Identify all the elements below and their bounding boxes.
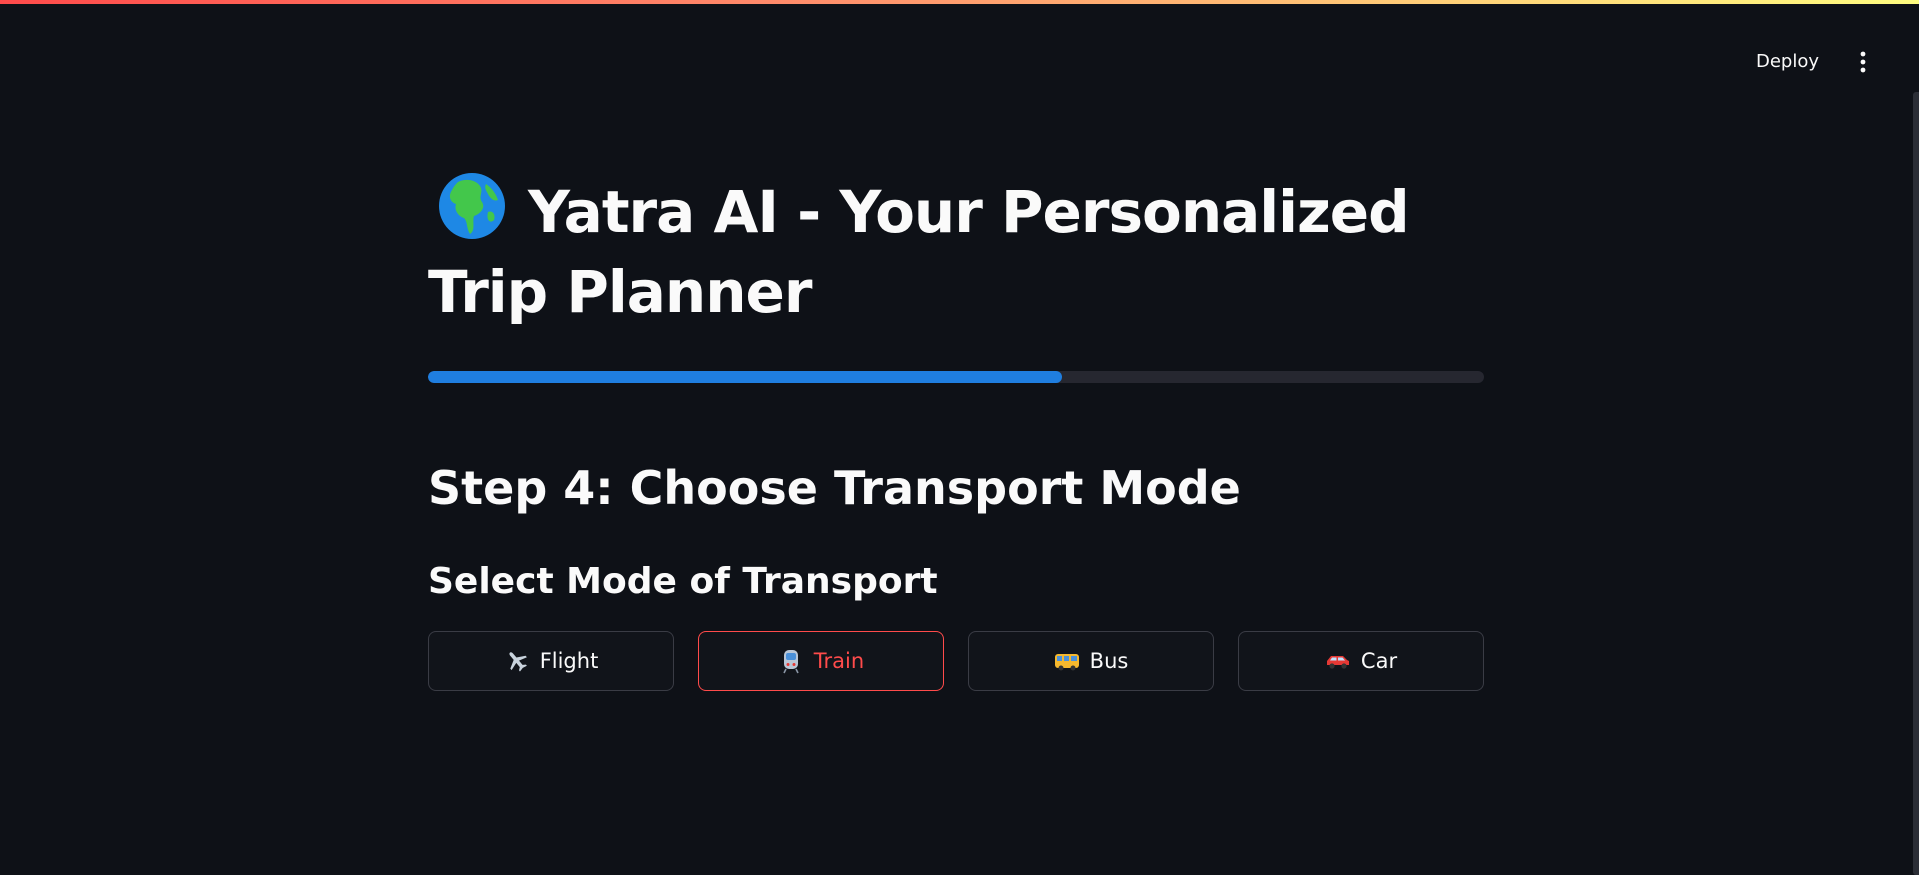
bus-icon (1054, 648, 1080, 674)
progress-bar-fill (428, 371, 1062, 383)
car-button[interactable]: Car (1238, 631, 1484, 691)
app-header: Deploy (0, 4, 1919, 112)
deploy-button[interactable]: Deploy (1744, 42, 1831, 82)
vertical-ellipsis-icon (1848, 51, 1878, 73)
main-menu-button[interactable] (1848, 44, 1878, 80)
page-title: Yatra AI - Your Personalized Trip Planne… (428, 172, 1484, 332)
flight-button-label: Flight (539, 649, 599, 673)
step-heading: Step 4: Choose Transport Mode (428, 461, 1241, 515)
globe-icon (438, 172, 506, 240)
bus-button-label: Bus (1089, 649, 1129, 673)
transport-subheading: Select Mode of Transport (428, 561, 938, 602)
page-scrollbar[interactable] (1913, 92, 1919, 875)
flight-button[interactable]: Flight (428, 631, 674, 691)
page-title-text: Yatra AI - Your Personalized Trip Planne… (428, 178, 1410, 326)
train-button[interactable]: Train (698, 631, 944, 691)
progress-bar (428, 371, 1484, 383)
train-icon (778, 648, 804, 674)
bus-button[interactable]: Bus (968, 631, 1214, 691)
transport-options: Flight Train Bus Car (428, 631, 1484, 691)
train-button-label: Train (813, 649, 865, 673)
airplane-icon (504, 648, 530, 674)
car-button-label: Car (1360, 649, 1398, 673)
car-icon (1325, 648, 1351, 674)
